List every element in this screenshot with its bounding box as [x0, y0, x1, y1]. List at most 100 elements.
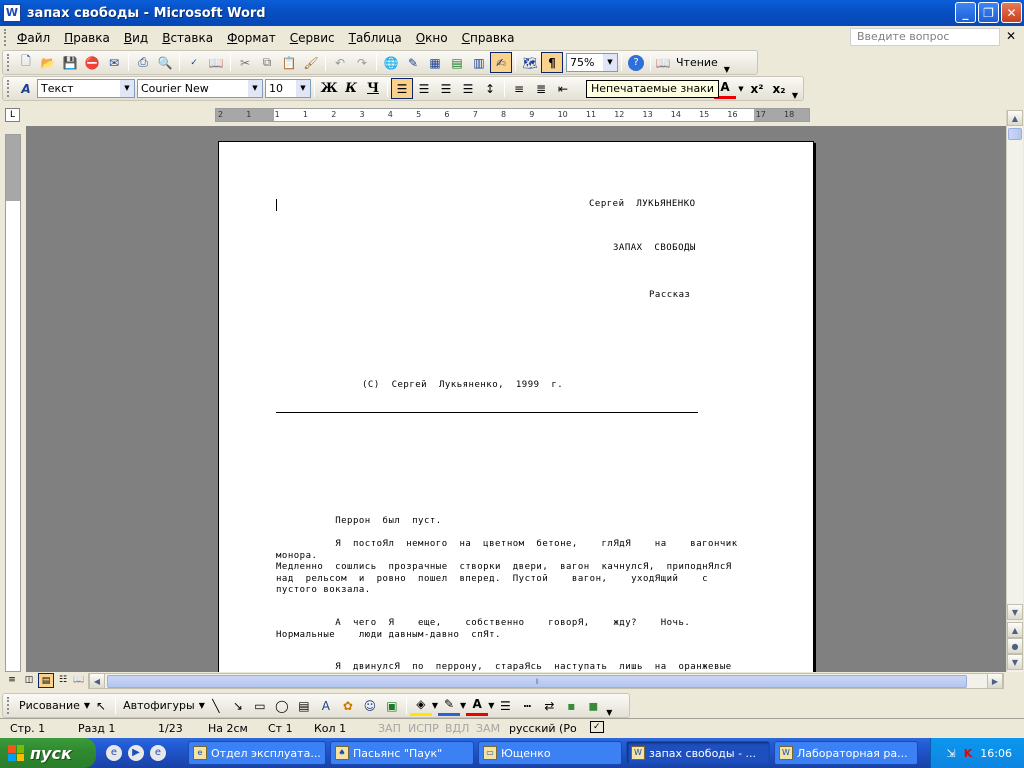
antivirus-icon[interactable]: K — [964, 747, 973, 760]
research-icon[interactable]: 📖 — [205, 52, 227, 73]
status-rec[interactable]: ЗАП — [378, 722, 401, 735]
diagram-icon[interactable]: ✿ — [337, 695, 359, 716]
italic-button[interactable]: К — [340, 78, 362, 99]
next-page-icon[interactable]: ▼ — [1007, 654, 1023, 670]
doc-close-icon[interactable]: ✕ — [1006, 29, 1016, 43]
menu-tools[interactable]: Сервис — [283, 28, 342, 48]
restore-button[interactable]: ❐ — [978, 2, 999, 23]
new-document-icon[interactable]: 🗋 — [15, 52, 37, 73]
task-button[interactable]: ▭ Ющенко — [478, 741, 622, 765]
ie-quicklaunch-icon[interactable]: e — [150, 745, 166, 761]
underline-button[interactable]: Ч — [362, 78, 384, 99]
clock[interactable]: 16:06 — [980, 747, 1012, 760]
wordart-icon[interactable]: A — [315, 695, 337, 716]
status-trk[interactable]: ИСПР — [408, 722, 439, 735]
horizontal-scrollbar[interactable]: ◀ ⦀ ▶ — [88, 673, 1004, 689]
style-select[interactable]: Текст ▼ — [37, 79, 135, 98]
chevron-down-icon[interactable]: ▼ — [120, 80, 134, 97]
spelling-icon[interactable]: ✓ — [183, 52, 205, 73]
font-size-select[interactable]: 10 ▼ — [265, 79, 311, 98]
menu-help[interactable]: Справка — [455, 28, 522, 48]
align-left-icon[interactable]: ☰ — [391, 78, 413, 99]
toolbar-options-icon[interactable]: ▼ — [722, 52, 732, 74]
numbering-icon[interactable]: ≡ — [508, 78, 530, 99]
print-preview-icon[interactable]: 🔍 — [154, 52, 176, 73]
dash-style-icon[interactable]: ┅ — [516, 695, 538, 716]
columns-icon[interactable]: ▥ — [468, 52, 490, 73]
ask-question-input[interactable]: Введите вопрос — [850, 28, 1000, 46]
arrow-style-icon[interactable]: ⇄ — [538, 695, 560, 716]
menu-table[interactable]: Таблица — [342, 28, 409, 48]
toolbar-grip[interactable] — [7, 80, 11, 97]
task-button-active[interactable]: W запах свободы - ... — [626, 741, 770, 765]
arrow-icon[interactable]: ↘ — [227, 695, 249, 716]
chevron-down-icon[interactable]: ▼ — [603, 54, 617, 71]
format-painter-icon[interactable]: 🖌 — [300, 52, 322, 73]
vertical-scrollbar[interactable]: ▲ ▼ ▲ ● ▼ — [1006, 110, 1023, 672]
start-button[interactable]: пуск — [0, 738, 96, 768]
task-button[interactable]: ♠ Пасьянс "Паук" — [330, 741, 474, 765]
document-map-icon[interactable]: 🗺 — [519, 52, 541, 73]
toolbar-grip[interactable] — [7, 54, 11, 71]
bullets-icon[interactable]: ≣ — [530, 78, 552, 99]
menu-window[interactable]: Окно — [409, 28, 455, 48]
toolbar-grip[interactable] — [7, 697, 11, 714]
styles-icon[interactable]: A — [15, 78, 37, 99]
chevron-down-icon[interactable]: ▼ — [296, 80, 310, 97]
reading-view-icon[interactable]: 📖 — [71, 673, 87, 688]
menu-file[interactable]: Файл — [10, 28, 57, 48]
vertical-ruler[interactable] — [5, 134, 21, 672]
menu-insert[interactable]: Вставка — [155, 28, 220, 48]
insert-table-icon[interactable]: ▦ — [424, 52, 446, 73]
chevron-down-icon[interactable]: ▼ — [248, 80, 262, 97]
undo-icon[interactable]: ↶ — [329, 52, 351, 73]
print-icon[interactable]: ⎙ — [132, 52, 154, 73]
rectangle-icon[interactable]: ▭ — [249, 695, 271, 716]
justify-icon[interactable]: ☰ — [457, 78, 479, 99]
subscript-icon[interactable]: x₂ — [768, 78, 790, 99]
task-button[interactable]: W Лабораторная ра... — [774, 741, 918, 765]
media-player-icon[interactable]: ▶ — [128, 745, 144, 761]
outline-view-icon[interactable]: ☷ — [55, 673, 71, 688]
status-ovr[interactable]: ЗАМ — [476, 722, 500, 735]
font-color-icon[interactable]: A — [466, 695, 489, 716]
shadow-icon[interactable]: ▪ — [560, 695, 582, 716]
safely-remove-icon[interactable]: ⇲ — [947, 747, 956, 760]
decrease-indent-icon[interactable]: ⇤ — [552, 78, 574, 99]
save-icon[interactable]: 💾 — [59, 52, 81, 73]
spelling-status-icon[interactable]: ✓ — [590, 721, 604, 733]
text-box-icon[interactable]: ▤ — [293, 695, 315, 716]
scroll-down-icon[interactable]: ▼ — [1007, 604, 1023, 620]
picture-icon[interactable]: ▣ — [381, 695, 403, 716]
chevron-down-icon[interactable]: ▼ — [736, 78, 746, 99]
open-folder-icon[interactable]: 📂 — [37, 52, 59, 73]
normal-view-icon[interactable]: ≡ — [4, 673, 20, 688]
menu-view[interactable]: Вид — [117, 28, 155, 48]
paste-icon[interactable]: 📋 — [278, 52, 300, 73]
clip-art-icon[interactable]: ☺ — [359, 695, 381, 716]
tab-selector[interactable]: L — [5, 108, 20, 122]
menu-format[interactable]: Формат — [220, 28, 283, 48]
insert-excel-icon[interactable]: ▤ — [446, 52, 468, 73]
document-page[interactable]: Сергей ЛУКЬЯНЕНКО ЗАПАХ СВОБОДЫ Рассказ … — [218, 141, 814, 672]
autoshapes-button[interactable]: Автофигуры — [119, 699, 199, 712]
horizontal-ruler[interactable]: 2 1 1 1 2 3 4 5 6 7 8 9 10 11 12 13 14 15 16 17 18 — [215, 108, 810, 122]
bold-button[interactable]: Ж — [318, 78, 340, 99]
scroll-up-icon[interactable]: ▲ — [1007, 110, 1023, 126]
cut-icon[interactable]: ✂ — [234, 52, 256, 73]
draw-menu-button[interactable]: Рисование — [15, 699, 84, 712]
line-color-icon[interactable]: ✎ — [438, 695, 461, 716]
superscript-icon[interactable]: x² — [746, 78, 768, 99]
minimize-button[interactable]: _ — [955, 2, 976, 23]
web-view-icon[interactable]: ◫ — [21, 673, 37, 688]
zoom-select[interactable]: 75% ▼ — [566, 53, 618, 72]
scroll-thumb[interactable]: ⦀ — [107, 675, 967, 688]
permission-icon[interactable]: ⛔ — [81, 52, 103, 73]
line-icon[interactable]: ╲ — [205, 695, 227, 716]
align-right-icon[interactable]: ☰ — [435, 78, 457, 99]
font-select[interactable]: Courier New ▼ — [137, 79, 263, 98]
tables-borders-icon[interactable]: ✎ — [402, 52, 424, 73]
email-icon[interactable]: ✉ — [103, 52, 125, 73]
menu-edit[interactable]: Правка — [57, 28, 117, 48]
task-button[interactable]: e Отдел эксплуата... — [188, 741, 326, 765]
